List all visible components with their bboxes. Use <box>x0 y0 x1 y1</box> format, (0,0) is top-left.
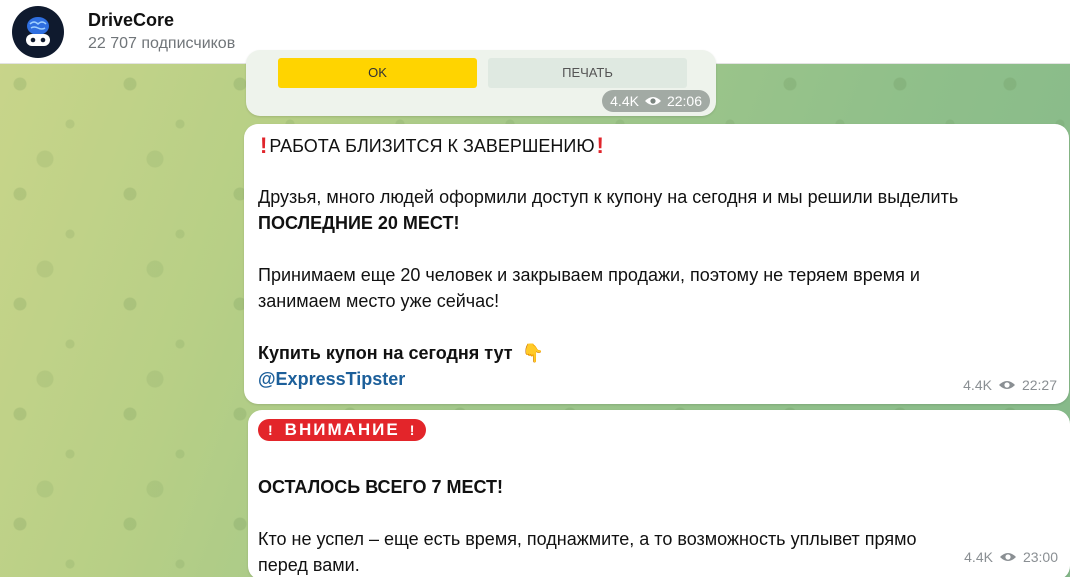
eye-icon <box>998 379 1016 391</box>
message-bubble: OK ПЕЧАТЬ 4.4K 22:06 <box>246 50 716 116</box>
message-meta: 4.4K 23:00 <box>964 544 1058 570</box>
view-count: 4.4K <box>610 93 639 109</box>
eye-icon <box>644 95 662 107</box>
cta-text: Купить купон на сегодня тут <box>258 343 513 363</box>
message-title: ! РАБОТА БЛИЗИТСЯ К ЗАВЕРШЕНИЮ ! <box>258 132 1055 160</box>
paragraph-text: Друзья, много людей оформили доступ к ку… <box>258 187 959 207</box>
exclamation-icon: ! <box>596 133 604 158</box>
paragraph-bold-text: ПОСЛЕДНИЕ 20 МЕСТ! <box>258 213 460 233</box>
print-button[interactable]: ПЕЧАТЬ <box>488 58 687 88</box>
title-text: РАБОТА БЛИЗИТСЯ К ЗАВЕРШЕНИЮ <box>269 136 595 156</box>
message-bubble: ! РАБОТА БЛИЗИТСЯ К ЗАВЕРШЕНИЮ ! Друзья,… <box>244 124 1069 404</box>
ok-button[interactable]: OK <box>278 58 477 88</box>
exclamation-icon: ! <box>260 133 268 158</box>
message-time: 23:00 <box>1022 549 1058 565</box>
channel-name: DriveCore <box>88 9 175 30</box>
message-time: 22:27 <box>1021 377 1057 393</box>
subscriber-count: 22 707 подписчиков <box>88 34 236 52</box>
eye-icon <box>999 551 1017 563</box>
message-meta: 4.4K 22:27 <box>963 372 1057 398</box>
view-count: 4.4K <box>964 549 993 565</box>
channel-avatar[interactable] <box>12 5 64 58</box>
message-time: 22:06 <box>666 93 702 109</box>
channel-link[interactable]: @ExpressTipster <box>258 369 405 389</box>
pointing-down-icon: 👇 <box>521 343 545 363</box>
paragraph-text: занимаем место уже сейчас! <box>258 291 500 311</box>
paragraph-text: Принимаем еще 20 человек и закрываем про… <box>258 265 920 285</box>
paragraph-text: Кто не успел – еще есть время, поднажмит… <box>258 529 917 549</box>
robot-brain-icon <box>26 16 50 46</box>
message-meta: 4.4K 22:06 <box>602 90 710 112</box>
call-to-action: Купить купон на сегодня тут 👇 <box>258 340 1055 366</box>
message-bubble: ! ВНИМАНИЕ ! ОСТАЛОСЬ ВСЕГО 7 МЕСТ! Кто … <box>248 410 1070 577</box>
exclamation-icon: ! <box>268 422 275 438</box>
view-count: 4.4K <box>963 377 992 393</box>
exclamation-icon: ! <box>409 422 417 438</box>
headline-text: ОСТАЛОСЬ ВСЕГО 7 МЕСТ! <box>258 477 504 497</box>
badge-text: ВНИМАНИЕ <box>284 420 400 439</box>
warning-badge: ! ВНИМАНИЕ ! <box>258 419 427 441</box>
paragraph-text: перед вами. <box>258 555 360 575</box>
